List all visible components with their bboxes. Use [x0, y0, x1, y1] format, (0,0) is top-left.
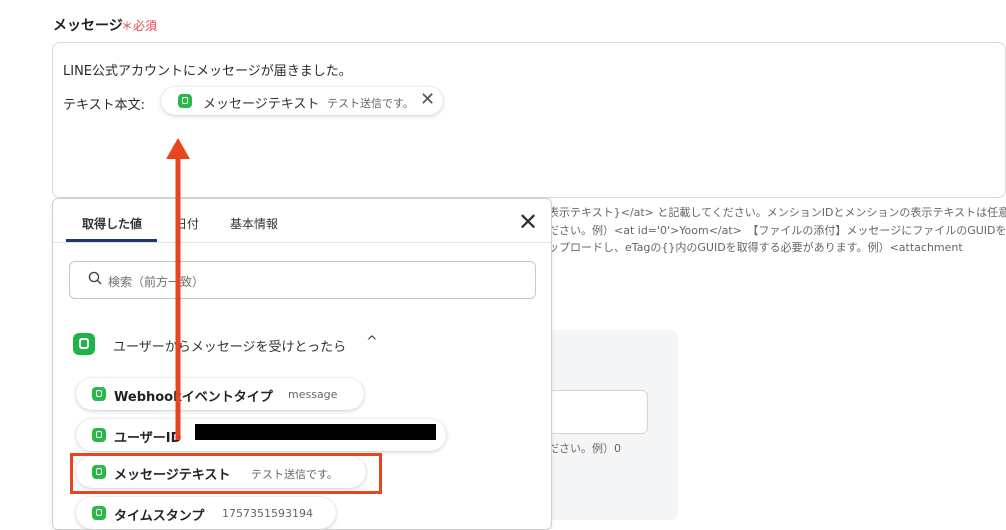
annotation-arrow [166, 138, 190, 440]
